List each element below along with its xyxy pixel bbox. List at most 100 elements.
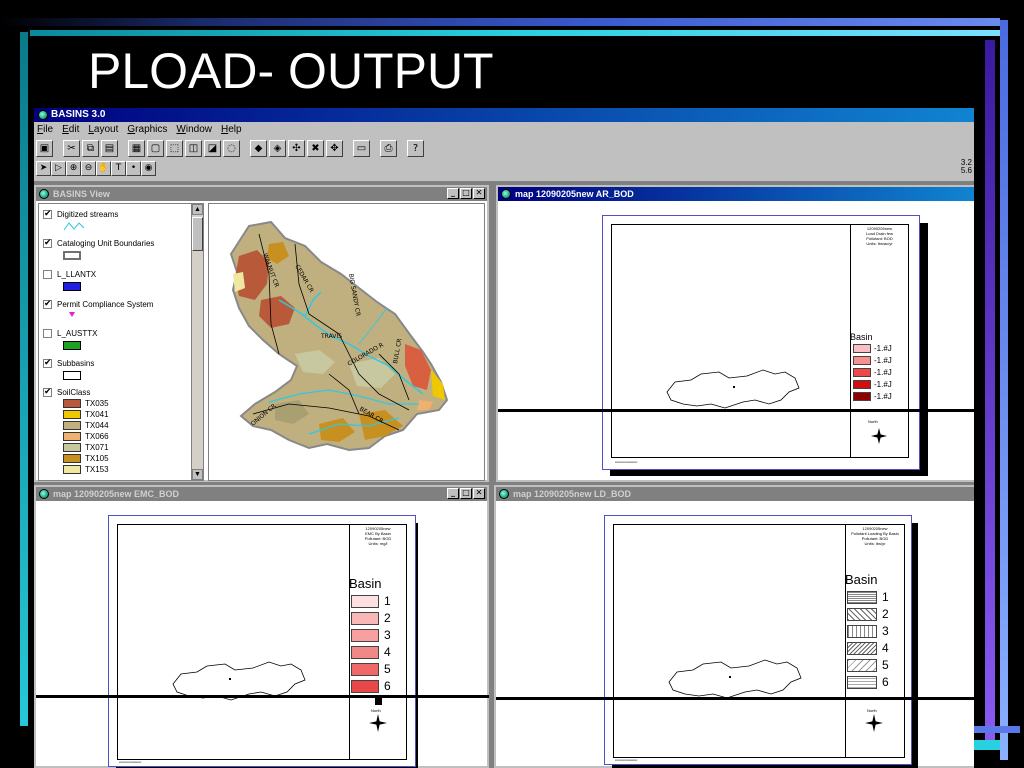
scroll-up-icon[interactable]: ▲ bbox=[192, 204, 203, 215]
map-emc-bod-window: map 12090205new EMC_BOD _ □ ✕ 12090205ne… bbox=[34, 484, 490, 768]
layer-checkbox[interactable] bbox=[43, 270, 52, 279]
layer-checkbox[interactable]: ✔ bbox=[43, 300, 52, 309]
soil-class-item: TX041 bbox=[63, 410, 109, 419]
legend-item: -1.#J bbox=[853, 344, 892, 353]
layer-checkbox[interactable]: ✔ bbox=[43, 388, 52, 397]
layer-checkbox[interactable]: ✔ bbox=[43, 239, 52, 248]
layout-page[interactable]: 12090205new EMC By Basin Pollutant: BOD Uni… bbox=[108, 515, 416, 767]
align-icon[interactable]: ◌ bbox=[223, 140, 240, 157]
layer-cataloging-unit-boundaries[interactable]: ✔ Cataloging Unit Boundaries bbox=[43, 239, 154, 248]
table-of-contents: ✔ Digitized streams ✔ Cataloging Unit Bo… bbox=[38, 203, 204, 481]
north-label: North bbox=[867, 708, 877, 713]
layer-checkbox[interactable]: ✔ bbox=[43, 210, 52, 219]
basins-globe-icon bbox=[38, 110, 48, 120]
paste-icon[interactable]: ▤ bbox=[101, 140, 118, 157]
maximize-button[interactable]: □ bbox=[460, 488, 472, 499]
map-ld-bod-title-bar[interactable]: map 12090205new LD_BOD bbox=[496, 487, 974, 501]
menu-window[interactable]: Window bbox=[176, 122, 212, 138]
north-label: North bbox=[371, 708, 381, 713]
basins-view-title-bar[interactable]: BASINS View _ □ ✕ bbox=[36, 187, 487, 201]
legend-title: Basin bbox=[850, 332, 873, 342]
slide-decor-left-bar bbox=[20, 32, 28, 726]
properties-icon[interactable]: ▦ bbox=[128, 140, 145, 157]
scroll-down-icon[interactable]: ▼ bbox=[192, 469, 203, 480]
snap-icon[interactable]: ✖ bbox=[307, 140, 324, 157]
layer-l-llantx[interactable]: L_LLANTX bbox=[43, 270, 96, 279]
app-title-bar[interactable]: BASINS 3.0 bbox=[34, 108, 974, 122]
menu-layout[interactable]: Layout bbox=[88, 122, 118, 138]
close-button[interactable]: ✕ bbox=[473, 488, 485, 499]
legend-marker bbox=[375, 698, 382, 705]
pan-icon[interactable]: ✋ bbox=[96, 160, 111, 176]
legend-item: 2 bbox=[351, 611, 391, 625]
symbol-tool-icon[interactable]: ◉ bbox=[141, 160, 156, 176]
austtx-symbol bbox=[63, 341, 81, 350]
layer-checkbox[interactable]: ✔ bbox=[43, 359, 52, 368]
legend-scrollbar[interactable]: ▲ ▼ bbox=[191, 204, 203, 480]
legend-item: -1.#J bbox=[853, 392, 892, 401]
bring-front-icon[interactable]: ◆ bbox=[250, 140, 267, 157]
watershed-outline bbox=[668, 659, 802, 699]
slide-decor-right-bar bbox=[985, 40, 995, 740]
north-arrow-icon bbox=[871, 428, 887, 444]
legend-item: 3 bbox=[847, 624, 889, 638]
horizontal-divider-line bbox=[496, 697, 974, 700]
layer-l-austtx[interactable]: L_AUSTTX bbox=[43, 329, 97, 338]
text-tool-icon[interactable]: T bbox=[111, 160, 126, 176]
soil-class-item: TX105 bbox=[63, 454, 109, 463]
menu-graphics[interactable]: Graphics bbox=[127, 122, 167, 138]
page-icon[interactable]: ▭ bbox=[353, 140, 370, 157]
legend-title: Basin bbox=[845, 572, 878, 587]
zoom-full-icon[interactable]: ✥ bbox=[326, 140, 343, 157]
grid-icon[interactable]: ✣ bbox=[288, 140, 305, 157]
help-icon[interactable]: ? bbox=[407, 140, 424, 157]
minimize-button[interactable]: _ bbox=[447, 488, 459, 499]
close-button[interactable]: ✕ bbox=[473, 188, 485, 199]
slide-decor-right-bar-2 bbox=[1000, 20, 1008, 760]
layer-soilclass[interactable]: ✔ SoilClass bbox=[43, 388, 90, 397]
menu-help[interactable]: Help bbox=[221, 122, 242, 138]
zoom-in-icon[interactable]: ⊕ bbox=[66, 160, 81, 176]
app-title: BASINS 3.0 bbox=[51, 109, 106, 120]
layer-subbasins[interactable]: ✔ Subbasins bbox=[43, 359, 94, 368]
point-tool-icon[interactable]: • bbox=[126, 160, 141, 176]
legend-item: -1.#J bbox=[853, 380, 892, 389]
layout-page[interactable]: 12090205new Pollutant Loading By Basin Pol… bbox=[604, 515, 912, 765]
legend-item: 5 bbox=[351, 662, 391, 676]
copy-icon[interactable]: ⧉ bbox=[82, 140, 99, 157]
scroll-thumb[interactable] bbox=[192, 217, 203, 251]
print-icon[interactable]: ⎙ bbox=[380, 140, 397, 157]
frame-icon[interactable]: ▢ bbox=[147, 140, 164, 157]
legend-item: 1 bbox=[351, 594, 391, 608]
menu-edit[interactable]: Edit bbox=[62, 122, 79, 138]
legend-item: 5 bbox=[847, 658, 889, 672]
coordinate-readout: 3.2 5.6 bbox=[960, 158, 972, 175]
horizontal-divider-line bbox=[498, 409, 974, 412]
pointer-icon[interactable]: ➤ bbox=[36, 160, 51, 176]
main-toolbar: ▣ ✂ ⧉ ▤ ▦ ▢ ⬚ ◫ ◪ ◌ ◆ ◈ ✣ ✖ ✥ ▭ ⎙ ? bbox=[34, 138, 974, 159]
map-ld-bod-window: map 12090205new LD_BOD 12090205new Pollut… bbox=[493, 484, 974, 768]
cut-icon[interactable]: ✂ bbox=[63, 140, 80, 157]
layer-checkbox[interactable] bbox=[43, 329, 52, 338]
layout-page[interactable]: 12090205new Load Drain few Pollutant: BOD U… bbox=[602, 215, 920, 470]
vertex-edit-icon[interactable]: ▷ bbox=[51, 160, 66, 176]
layer-permit-compliance-system[interactable]: ✔ Permit Compliance System bbox=[43, 300, 153, 309]
view-icon bbox=[39, 189, 49, 199]
minimize-button[interactable]: _ bbox=[447, 188, 459, 199]
frame-select-icon[interactable]: ⬚ bbox=[166, 140, 183, 157]
layer-digitized-streams[interactable]: ✔ Digitized streams bbox=[43, 210, 118, 219]
send-back-icon[interactable]: ◈ bbox=[269, 140, 286, 157]
mdi-workspace: BASINS View _ □ ✕ ✔ Digitized streams ✔ … bbox=[34, 181, 974, 768]
save-icon[interactable]: ▣ bbox=[36, 140, 53, 157]
slide-decor-top-bar bbox=[0, 18, 1000, 26]
soil-class-item: TX035 bbox=[63, 399, 109, 408]
basin-map-view[interactable]: WALNUT CR TRAVIS BULL CR COLORADO R BEAR… bbox=[208, 203, 485, 481]
ungroup-icon[interactable]: ◪ bbox=[204, 140, 221, 157]
map-emc-bod-title-bar[interactable]: map 12090205new EMC_BOD _ □ ✕ bbox=[36, 487, 487, 501]
map-ar-bod-title-bar[interactable]: map 12090205new AR_BOD bbox=[498, 187, 974, 201]
maximize-button[interactable]: □ bbox=[460, 188, 472, 199]
zoom-out-icon[interactable]: ⊖ bbox=[81, 160, 96, 176]
group-icon[interactable]: ◫ bbox=[185, 140, 202, 157]
basins-view-window: BASINS View _ □ ✕ ✔ Digitized streams ✔ … bbox=[34, 184, 490, 483]
menu-file[interactable]: File bbox=[37, 122, 53, 138]
